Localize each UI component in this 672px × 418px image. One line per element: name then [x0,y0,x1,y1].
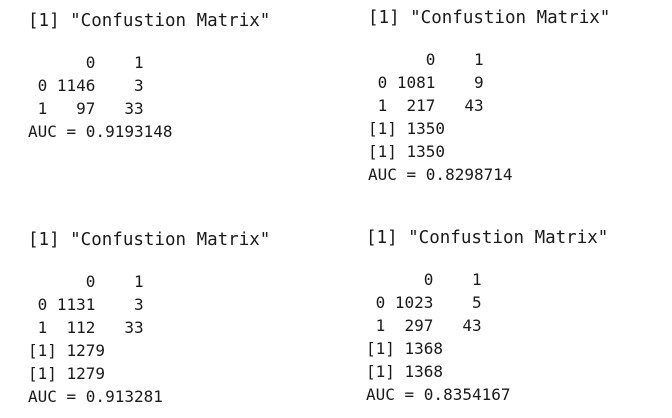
matrix-row-0: 0 1146 3 [28,76,144,95]
console-output-top-right: [1] "Confustion Matrix" 0 1 0 1081 9 1 2… [368,7,610,186]
count-output: [1] 1279 [28,341,106,360]
auc-value: AUC = 0.8298714 [368,165,513,184]
confusion-matrix-title: [1] "Confustion Matrix" [366,228,609,248]
confusion-matrix-title: [1] "Confustion Matrix" [28,11,271,31]
matrix-header-row: 0 1 [368,50,484,69]
console-output-bottom-left: [1] "Confustion Matrix" 0 1 0 1131 3 1 1… [28,229,270,408]
matrix-header-row: 0 1 [366,270,482,289]
matrix-row-0: 0 1131 3 [28,295,144,314]
auc-value: AUC = 0.9193148 [28,122,173,141]
confusion-matrix-title: [1] "Confustion Matrix" [368,8,611,28]
matrix-row-0: 0 1023 5 [366,293,482,312]
console-output-bottom-right: [1] "Confustion Matrix" 0 1 0 1023 5 1 2… [366,227,608,406]
console-output-top-left: [1] "Confustion Matrix" 0 1 0 1146 3 1 9… [28,10,270,143]
matrix-row-1: 1 97 33 [28,99,144,118]
matrix-row-1: 1 217 43 [368,96,484,115]
count-output: [1] 1350 [368,119,446,138]
matrix-row-0: 0 1081 9 [368,73,484,92]
matrix-row-1: 1 297 43 [366,316,482,335]
confusion-matrix-title: [1] "Confustion Matrix" [28,230,271,250]
count-output: [1] 1279 [28,364,106,383]
matrix-header-row: 0 1 [28,272,144,291]
count-output: [1] 1350 [368,142,446,161]
auc-value: AUC = 0.8354167 [366,385,511,404]
count-output: [1] 1368 [366,362,444,381]
count-output: [1] 1368 [366,339,444,358]
auc-value: AUC = 0.913281 [28,387,163,406]
matrix-header-row: 0 1 [28,53,144,72]
matrix-row-1: 1 112 33 [28,318,144,337]
